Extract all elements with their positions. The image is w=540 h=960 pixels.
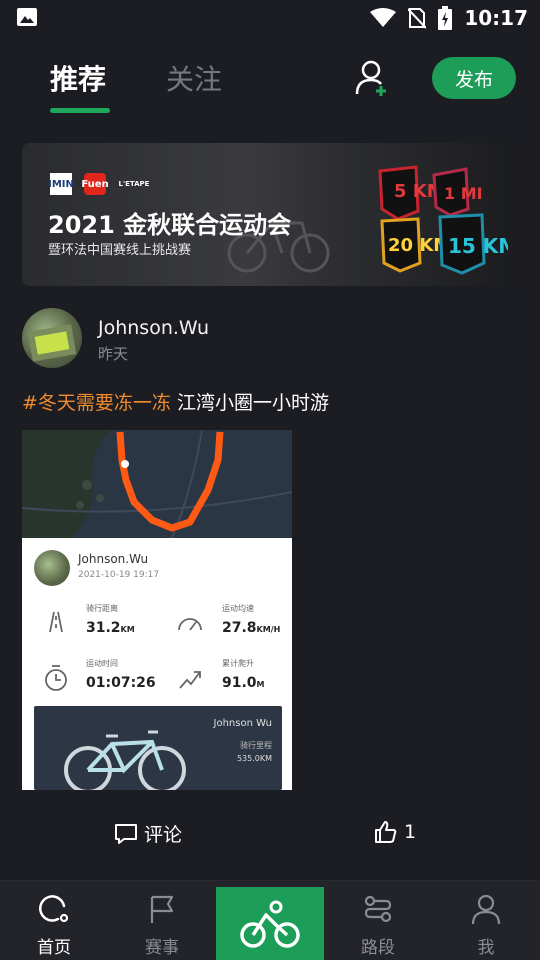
bike-mileage-label: 骑行里程 bbox=[240, 741, 272, 750]
profile-icon bbox=[471, 894, 501, 925]
stat-distance-value: 31.2KM bbox=[86, 620, 135, 636]
flag-icon bbox=[150, 895, 174, 923]
badge-15km: 15 KM bbox=[448, 234, 508, 258]
tab-following[interactable]: 关注 bbox=[166, 58, 222, 98]
speed-icon bbox=[178, 618, 202, 631]
status-bar: 10:17 bbox=[0, 0, 540, 36]
stat-elevation-value: 91.0M bbox=[222, 675, 265, 691]
stat-speed-value: 27.8KM/H bbox=[222, 620, 281, 636]
stat-speed-label: 运动均速 bbox=[222, 604, 254, 613]
nav-segments-label: 路段 bbox=[361, 938, 395, 958]
stat-elevation-label: 累计爬升 bbox=[222, 659, 254, 668]
bike-owner: Johnson Wu bbox=[213, 718, 272, 729]
nav-profile-label: 我 bbox=[477, 938, 495, 958]
post-text: #冬天需要冻一冻 江湾小圈一小时游 bbox=[22, 388, 329, 415]
event-badges: 5 KM 1 MI 20 KM 15 KM bbox=[378, 165, 508, 275]
route-map-image[interactable] bbox=[22, 430, 292, 538]
route-map bbox=[22, 430, 292, 538]
banner-logos: IMIN Fuen L'ETAPE bbox=[48, 173, 150, 195]
distance-icon bbox=[49, 611, 63, 633]
post-body: 江湾小圈一小时游 bbox=[170, 392, 329, 414]
nav-segments[interactable]: 路段 bbox=[328, 881, 428, 960]
bike-image bbox=[64, 730, 186, 790]
tab-active-indicator bbox=[50, 108, 110, 113]
post-time: 昨天 bbox=[98, 345, 129, 363]
status-time: 10:17 bbox=[464, 6, 528, 30]
bottom-nav: 首页 赛事 路段 我 bbox=[0, 880, 540, 960]
thumbs-up-icon bbox=[375, 821, 397, 843]
badge-1mi: 1 MI bbox=[444, 184, 483, 203]
ride-summary-card[interactable]: Johnson.Wu 2021-10-19 19:17 骑行距离 31.2KM … bbox=[22, 538, 292, 790]
timer-icon bbox=[45, 665, 67, 691]
stat-time-value: 01:07:26 bbox=[86, 675, 156, 691]
nav-ride-button[interactable] bbox=[216, 887, 324, 960]
banner-subtitle: 暨环法中国赛线上挑战赛 bbox=[48, 243, 192, 258]
publish-button[interactable]: 发布 bbox=[432, 57, 516, 99]
wifi-icon bbox=[370, 8, 397, 27]
stat-distance-label: 骑行距离 bbox=[86, 604, 118, 613]
tab-recommend[interactable]: 推荐 bbox=[50, 58, 106, 98]
comment-icon bbox=[115, 823, 137, 844]
bike-mileage-value: 535.0KM bbox=[236, 754, 272, 763]
comment-label: 评论 bbox=[144, 824, 183, 846]
card-avatar bbox=[34, 550, 70, 586]
no-sim-icon bbox=[408, 8, 427, 29]
nav-profile[interactable]: 我 bbox=[436, 881, 536, 960]
banner-title: 2021 金秋联合运动会 bbox=[48, 211, 292, 239]
battery-charging-icon bbox=[438, 6, 453, 30]
stat-time-label: 运动时间 bbox=[86, 659, 118, 668]
like-button[interactable]: 1 bbox=[374, 820, 416, 844]
fuen-logo: Fuen bbox=[81, 173, 109, 195]
post-hashtag[interactable]: #冬天需要冻一冻 bbox=[22, 392, 171, 414]
nav-events-label: 赛事 bbox=[145, 938, 179, 958]
nav-events[interactable]: 赛事 bbox=[112, 881, 212, 960]
top-header: 推荐 关注 发布 bbox=[0, 44, 540, 124]
image-icon bbox=[17, 8, 37, 26]
avatar[interactable] bbox=[22, 308, 82, 368]
like-count: 1 bbox=[404, 821, 417, 843]
bike-icon bbox=[240, 900, 300, 948]
bike-info-box: Johnson Wu 骑行里程 535.0KM bbox=[34, 706, 282, 790]
post-actions: 评论 1 bbox=[0, 820, 540, 850]
comment-button[interactable]: 评论 bbox=[114, 820, 182, 847]
imin-logo: IMIN bbox=[48, 173, 74, 195]
card-username: Johnson.Wu bbox=[78, 552, 149, 566]
letape-logo: L'ETAPE bbox=[118, 180, 150, 188]
nav-home[interactable]: 首页 bbox=[4, 881, 104, 960]
event-banner[interactable]: IMIN Fuen L'ETAPE 2021 金秋联合运动会 暨环法中国赛线上挑… bbox=[22, 143, 518, 286]
route-icon bbox=[364, 895, 392, 923]
avatar-image bbox=[27, 324, 77, 362]
nav-home-label: 首页 bbox=[37, 938, 71, 958]
post-username[interactable]: Johnson.Wu bbox=[98, 317, 209, 339]
add-user-icon[interactable] bbox=[352, 58, 392, 98]
elevation-icon bbox=[179, 671, 201, 689]
home-icon bbox=[39, 895, 69, 923]
card-datetime: 2021-10-19 19:17 bbox=[78, 570, 160, 580]
